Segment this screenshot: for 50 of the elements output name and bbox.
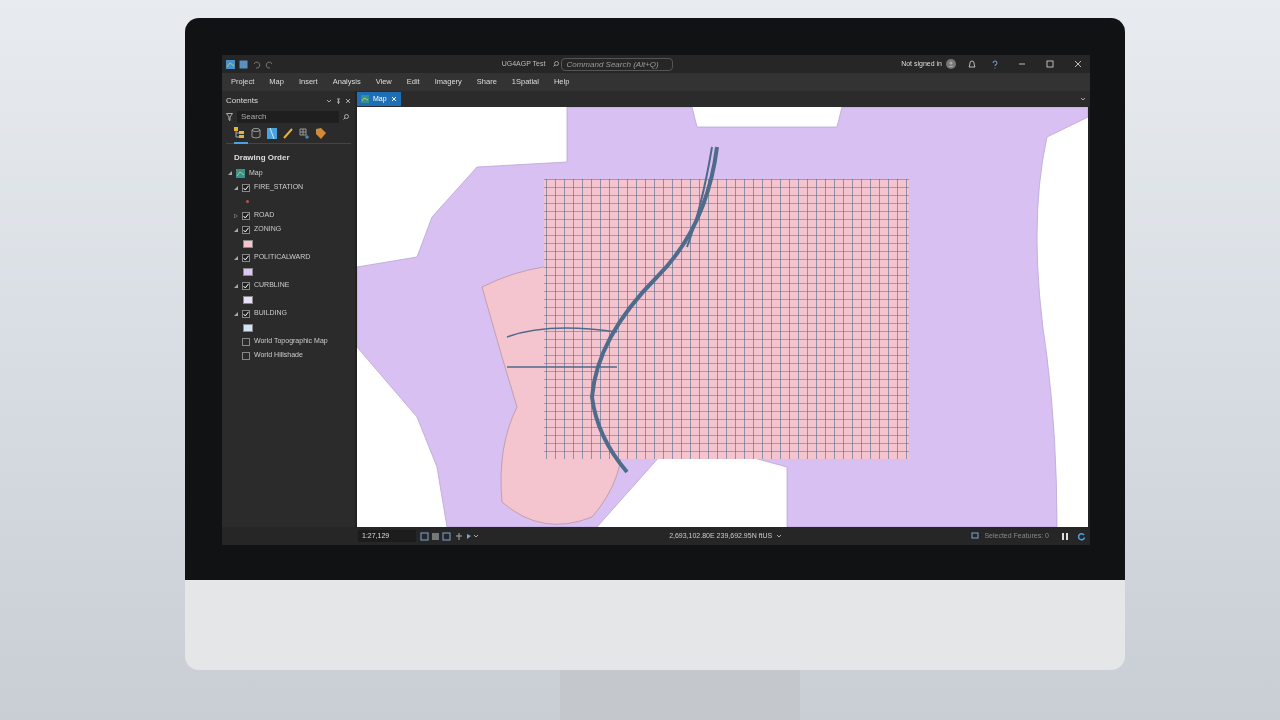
save-icon[interactable] — [239, 59, 248, 69]
expand-arrow-icon[interactable] — [234, 311, 238, 316]
panel-title: Contents — [226, 95, 260, 107]
chevron-icon[interactable] — [1080, 96, 1086, 102]
command-search-field[interactable]: Command Search (Alt+Q) — [561, 57, 674, 71]
search-icon — [343, 114, 349, 120]
avatar-icon[interactable] — [946, 59, 956, 69]
map-icon[interactable] — [267, 127, 277, 139]
expand-arrow-icon[interactable] — [234, 283, 238, 288]
minimize-icon[interactable] — [1018, 60, 1026, 68]
selection-icon[interactable] — [971, 532, 981, 540]
section-heading: Drawing Order — [234, 152, 291, 164]
refresh-icon[interactable] — [1077, 531, 1086, 541]
pin-icon[interactable] — [336, 97, 341, 105]
layer-checkbox[interactable] — [242, 281, 250, 290]
close-icon[interactable] — [1074, 60, 1082, 68]
app-icon — [226, 59, 235, 69]
pause-icon[interactable] — [1061, 531, 1069, 541]
grid-add-icon[interactable] — [299, 127, 310, 139]
search-field[interactable]: Search — [237, 111, 339, 123]
layers-tree-icon[interactable] — [234, 127, 245, 139]
layer-checkbox[interactable] — [242, 183, 250, 192]
help-icon[interactable] — [992, 59, 998, 69]
map-tools-icon[interactable] — [420, 531, 480, 541]
bell-icon[interactable] — [968, 59, 976, 69]
layer-checkbox[interactable] — [242, 351, 250, 360]
database-icon[interactable] — [251, 127, 261, 139]
chevron-icon[interactable] — [326, 98, 332, 104]
expand-arrow-icon[interactable] — [234, 255, 238, 260]
layer-checkbox[interactable] — [242, 309, 250, 318]
expand-arrow-icon[interactable] — [234, 213, 238, 218]
close-icon[interactable] — [345, 98, 351, 104]
tab-indicator — [234, 142, 248, 144]
map-icon — [236, 168, 245, 178]
restore-icon[interactable] — [1046, 60, 1054, 68]
layer-checkbox[interactable] — [242, 225, 250, 234]
layer-checkbox[interactable] — [242, 211, 250, 220]
pencil-icon[interactable] — [283, 127, 293, 139]
tag-icon[interactable] — [316, 127, 326, 139]
layer-checkbox[interactable] — [242, 253, 250, 262]
undo-icon[interactable] — [252, 59, 261, 69]
expand-arrow-icon[interactable] — [234, 227, 238, 232]
chevron-icon[interactable] — [776, 533, 783, 539]
expand-arrow-icon[interactable] — [228, 171, 232, 176]
layer-checkbox[interactable] — [242, 337, 250, 346]
map-icon — [361, 95, 369, 103]
redo-icon[interactable] — [265, 59, 274, 69]
filter-icon[interactable] — [226, 113, 233, 121]
search-icon — [553, 61, 560, 67]
expand-arrow-icon[interactable] — [234, 185, 238, 190]
